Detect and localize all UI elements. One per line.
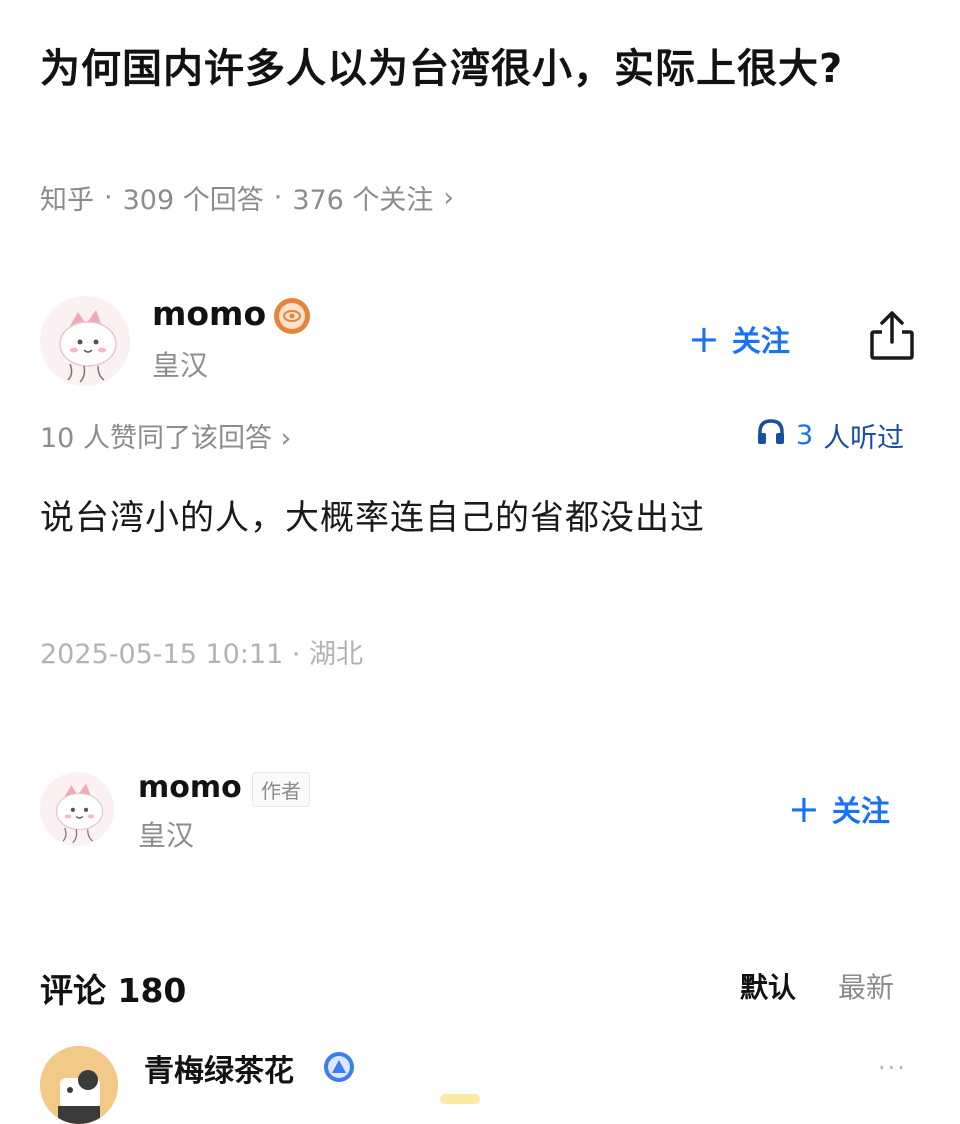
question-title[interactable]: 为何国内许多人以为台湾很小，实际上很大? — [40, 38, 900, 100]
author-subtitle: 皇汉 — [152, 349, 209, 382]
source-label: 知乎 — [40, 185, 94, 216]
plus-icon: + — [788, 787, 820, 831]
listen-count[interactable]: 3 人听过 — [756, 416, 904, 455]
vote-summary[interactable]: 10 人赞同了该回答 › — [40, 416, 291, 455]
answer-count: 309 个回答 — [122, 185, 264, 216]
listen-label: 人听过 — [823, 423, 905, 454]
author-card-avatar[interactable] — [40, 772, 114, 846]
headphones-icon — [756, 418, 786, 453]
avatar-illustration — [40, 296, 130, 386]
follow-button[interactable]: + 关注 — [688, 318, 790, 360]
commenter-avatar[interactable] — [40, 1046, 118, 1124]
question-meta[interactable]: 知乎 · 309 个回答 · 376 个关注 › — [40, 178, 454, 217]
decorative-sticker — [440, 1094, 480, 1104]
plus-icon: + — [688, 317, 720, 361]
sort-default-tab[interactable]: 默认 — [740, 966, 796, 1006]
author-name[interactable]: momo — [152, 294, 266, 333]
listen-number: 3 — [796, 420, 814, 451]
meta-separator: · — [273, 182, 283, 213]
avatar-illustration — [40, 1046, 118, 1124]
comments-title: 评论 180 — [40, 971, 187, 1010]
follow-label: 关注 — [731, 324, 790, 358]
author-card-subtitle: 皇汉 — [138, 819, 195, 852]
meta-separator: · — [104, 182, 113, 213]
orange-badge-icon — [272, 296, 312, 336]
chevron-right-icon: › — [443, 182, 454, 213]
author-tag: 作者 — [252, 772, 310, 807]
more-options-icon[interactable]: ··· — [878, 1054, 907, 1082]
answer-timestamp: 2025-05-15 10:11 · 湖北 — [40, 639, 364, 670]
follow-label: 关注 — [831, 794, 890, 828]
avatar-illustration — [40, 772, 114, 846]
sort-new-tab[interactable]: 最新 — [838, 966, 894, 1006]
commenter-name[interactable]: 青梅绿茶花 — [144, 1046, 294, 1090]
follow-button[interactable]: + 关注 — [788, 788, 890, 830]
author-avatar[interactable] — [40, 296, 130, 386]
follower-count: 376 个关注 — [292, 185, 434, 216]
blue-triangle-badge-icon — [322, 1050, 356, 1084]
author-card-name[interactable]: momo — [138, 770, 242, 805]
answer-content: 说台湾小的人，大概率连自己的省都没出过 — [40, 498, 705, 538]
share-icon[interactable] — [866, 308, 918, 364]
